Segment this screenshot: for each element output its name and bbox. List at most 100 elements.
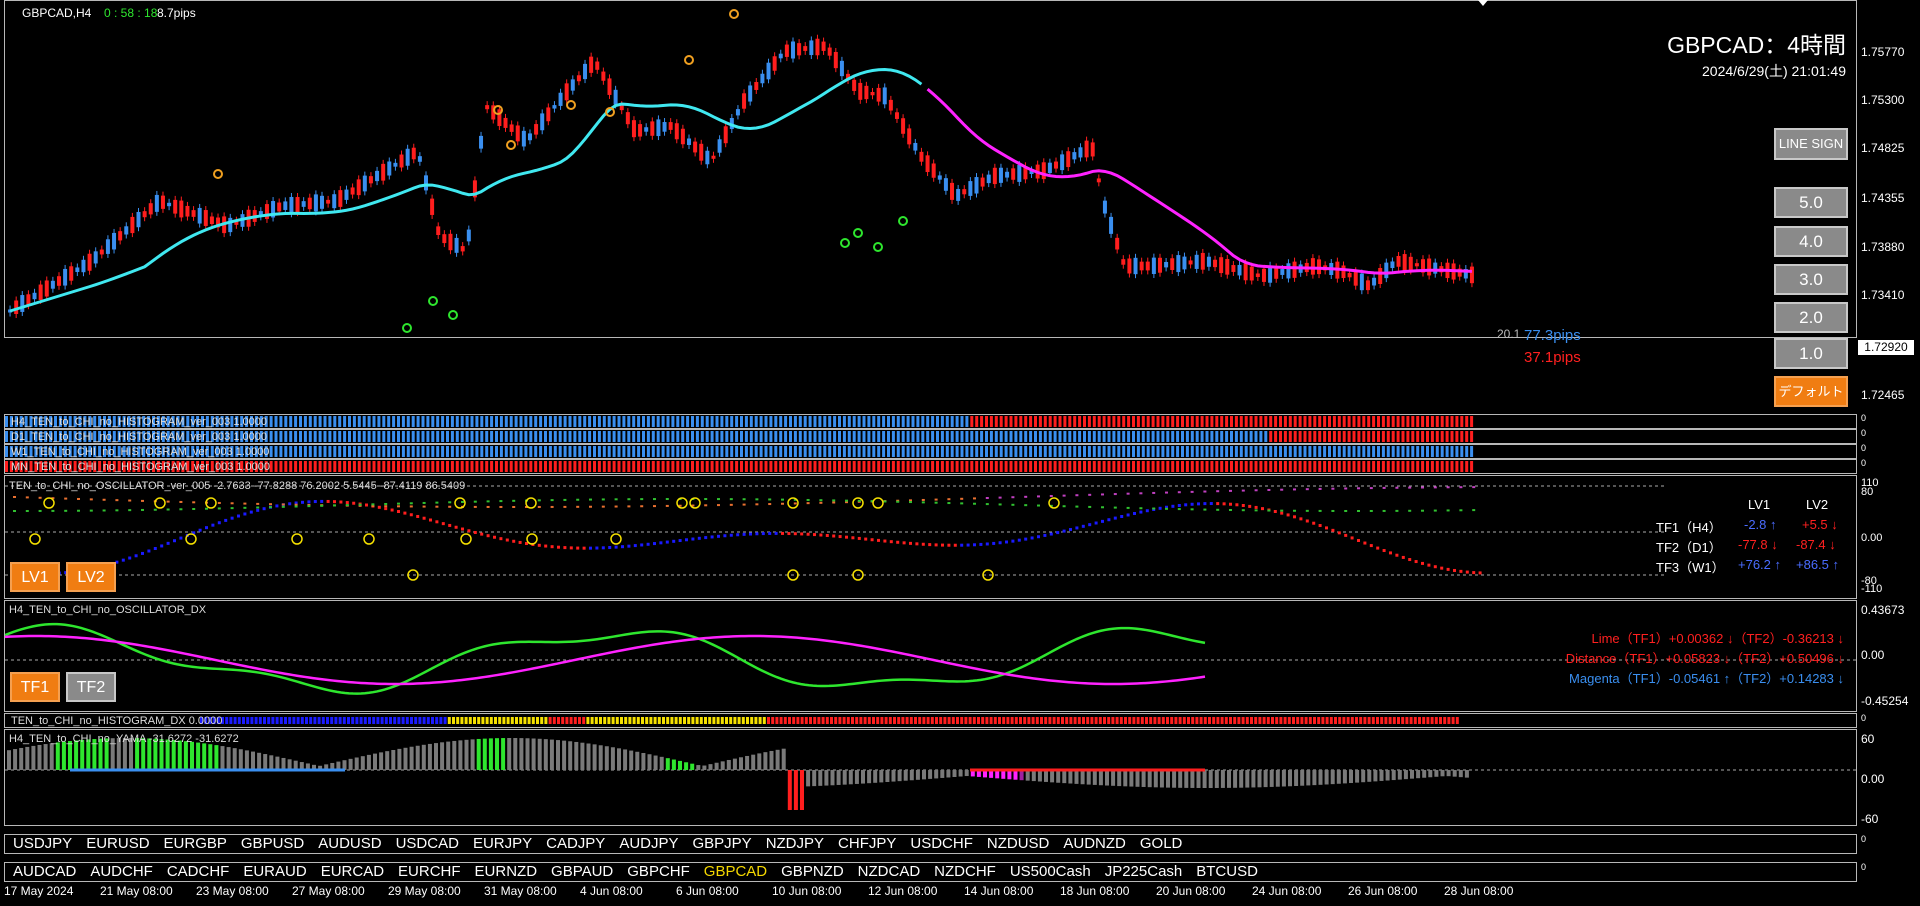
histogram-bar xyxy=(485,416,489,427)
level-button-3[interactable]: 3.0 xyxy=(1774,264,1848,295)
level-button-5[interactable]: 5.0 xyxy=(1774,187,1848,218)
lv1-button[interactable]: LV1 xyxy=(10,562,60,592)
tf1-button[interactable]: TF1 xyxy=(10,672,60,702)
histogram-bar xyxy=(862,461,866,472)
histogram-bar xyxy=(485,461,489,472)
tf2-button[interactable]: TF2 xyxy=(66,672,116,702)
symbol-link[interactable]: EURGBP xyxy=(164,835,227,852)
dx-tick: 0.43673 xyxy=(1861,603,1905,617)
histogram-bar xyxy=(1019,416,1023,427)
symbol-link[interactable]: AUDNZD xyxy=(1063,835,1126,852)
symbol-link[interactable]: AUDCAD xyxy=(13,863,76,880)
histogram-bar xyxy=(627,446,631,457)
yama-pane[interactable] xyxy=(4,729,1857,826)
symbol-link[interactable]: GBPAUD xyxy=(551,863,613,880)
symbol-link[interactable]: USDJPY xyxy=(13,835,72,852)
symbol-link[interactable]: GBPCHF xyxy=(627,863,690,880)
histogram-bar xyxy=(1323,446,1327,457)
histogram-bar xyxy=(1190,461,1194,472)
symbol-link[interactable]: AUDCHF xyxy=(90,863,153,880)
histogram-bar xyxy=(744,446,748,457)
histogram-bar xyxy=(803,416,807,427)
yama-bar xyxy=(190,741,194,770)
line-sign-button[interactable]: LINE SIGN xyxy=(1774,128,1848,160)
symbol-link[interactable]: EURUSD xyxy=(86,835,149,852)
symbol-link[interactable]: AUDJPY xyxy=(619,835,678,852)
oscillator-lv3-dot xyxy=(1241,509,1245,512)
main-chart-pane[interactable] xyxy=(4,0,1857,338)
symbol-link[interactable]: GBPJPY xyxy=(693,835,752,852)
price-tick: 1.75300 xyxy=(1861,93,1905,107)
symbol-link[interactable]: USDCHF xyxy=(910,835,973,852)
symbol-link[interactable]: US500Cash xyxy=(1010,863,1091,880)
oscillator-lv3-dot xyxy=(358,503,362,506)
histogram-bar xyxy=(921,446,925,457)
histogram-bar xyxy=(798,461,802,472)
oscillator-dot xyxy=(384,507,388,511)
symbol-link[interactable]: NZDUSD xyxy=(987,835,1050,852)
default-button[interactable]: デフォルト xyxy=(1774,376,1848,407)
histogram-dx-bar xyxy=(800,717,804,724)
symbol-link[interactable]: NZDCAD xyxy=(858,863,921,880)
symbol-link[interactable]: JP225Cash xyxy=(1105,863,1183,880)
histogram-bar xyxy=(343,461,347,472)
candle-body xyxy=(1249,266,1254,281)
candle-body xyxy=(93,251,98,264)
histogram-bar xyxy=(1332,431,1336,442)
histogram-bar xyxy=(446,446,449,457)
symbol-link[interactable]: EURCHF xyxy=(398,863,461,880)
histogram-bar xyxy=(769,461,773,472)
yama-bar xyxy=(1117,770,1122,787)
oscillator-dot xyxy=(774,531,778,535)
oscillator-dot xyxy=(915,542,919,546)
candle-body xyxy=(1274,267,1279,279)
histogram-bar xyxy=(1087,446,1091,457)
histogram-dx-bar xyxy=(804,717,808,724)
oscillator-dot xyxy=(1139,510,1143,514)
histogram-bar xyxy=(1381,431,1385,442)
histogram-bar xyxy=(313,416,317,427)
level-button-4[interactable]: 4.0 xyxy=(1774,226,1848,257)
symbol-link[interactable]: GBPCAD xyxy=(704,863,767,880)
symbol-link[interactable]: AUDUSD xyxy=(318,835,381,852)
symbol-link[interactable]: EURCAD xyxy=(321,863,384,880)
symbol-link[interactable]: EURAUD xyxy=(243,863,306,880)
yama-bar xyxy=(580,742,585,770)
symbol-link[interactable]: USDCAD xyxy=(396,835,459,852)
histogram-bar xyxy=(1161,446,1165,457)
histogram-dx-bar xyxy=(317,717,321,724)
lv2-button[interactable]: LV2 xyxy=(66,562,116,592)
histogram-bar xyxy=(1313,446,1317,457)
histogram-bar xyxy=(362,416,366,427)
histogram-bar xyxy=(333,431,337,442)
histogram-bar xyxy=(1136,446,1140,457)
level-button-1[interactable]: 1.0 xyxy=(1774,338,1848,369)
chart-scroll-marker[interactable] xyxy=(1478,0,1488,6)
symbol-link[interactable]: BTCUSD xyxy=(1196,863,1258,880)
symbol-link[interactable]: EURJPY xyxy=(473,835,532,852)
symbol-link[interactable]: GOLD xyxy=(1140,835,1183,852)
histogram-bar xyxy=(323,416,327,427)
yama-bar xyxy=(458,740,463,770)
symbol-link[interactable]: NZDCHF xyxy=(934,863,996,880)
histogram-bar xyxy=(495,416,498,427)
level-button-2[interactable]: 2.0 xyxy=(1774,302,1848,333)
histogram-bar xyxy=(896,461,900,472)
histogram-h4-scale: 0 xyxy=(1861,413,1867,423)
histogram-bar xyxy=(637,461,641,472)
symbol-link[interactable]: GBPUSD xyxy=(241,835,304,852)
histogram-bar xyxy=(1381,446,1385,457)
symbol-link[interactable]: CHFJPY xyxy=(838,835,896,852)
histogram-bar xyxy=(607,416,611,427)
candle-body xyxy=(1109,216,1114,234)
symbol-link[interactable]: NZDJPY xyxy=(766,835,824,852)
symbol-link[interactable]: EURNZD xyxy=(475,863,538,880)
oscillator-pane[interactable] xyxy=(4,475,1857,599)
symbol-link[interactable]: CADJPY xyxy=(546,835,605,852)
candle-body xyxy=(320,195,325,209)
histogram-bar xyxy=(911,431,915,442)
symbol-link[interactable]: GBPNZD xyxy=(781,863,844,880)
histogram-dx-bar xyxy=(893,717,896,724)
symbol-link[interactable]: CADCHF xyxy=(167,863,230,880)
histogram-dx-bar xyxy=(414,717,418,724)
